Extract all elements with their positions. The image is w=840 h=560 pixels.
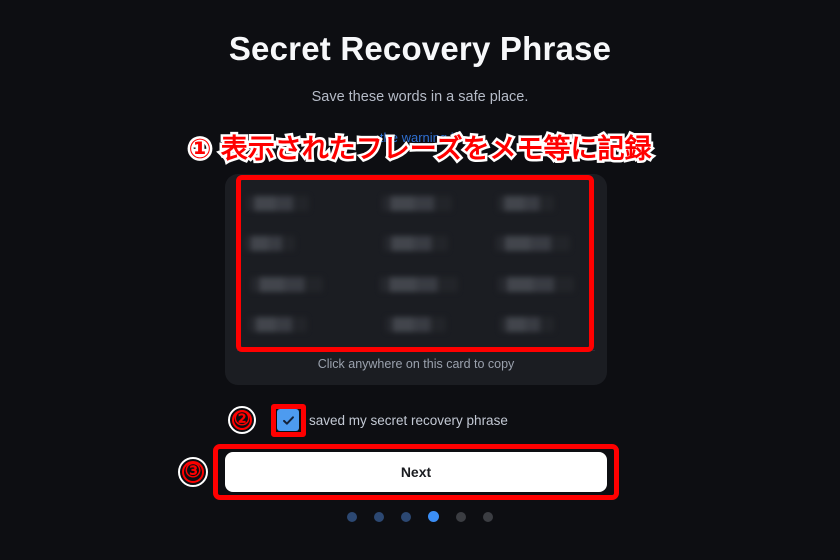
saved-phrase-checkbox[interactable] — [277, 409, 299, 431]
redacted-word — [383, 236, 448, 252]
seed-word-cell — [239, 184, 352, 223]
redacted-word — [247, 195, 309, 211]
annotation-step3-marker: ③ — [178, 457, 208, 487]
seed-word-cell — [360, 306, 473, 345]
card-divider — [237, 350, 595, 351]
redacted-word — [500, 317, 555, 333]
seed-word-cell — [480, 225, 593, 264]
redacted-word — [251, 276, 323, 292]
pagination-dot[interactable] — [456, 511, 466, 522]
seed-word-cell — [239, 225, 352, 264]
redacted-word — [498, 276, 575, 292]
warning-link[interactable]: the warning is — [0, 130, 840, 145]
seed-word-cell — [239, 306, 352, 345]
redacted-word — [496, 236, 571, 252]
copy-hint: Click anywhere on this card to copy — [317, 357, 515, 371]
page-subtitle: Save these words in a safe place. — [311, 89, 529, 105]
seed-phrase-card[interactable]: Click anywhere on this card to copy — [225, 174, 607, 385]
pagination-dot-active[interactable] — [428, 511, 439, 522]
seed-word-cell — [480, 306, 593, 345]
pagination-dot[interactable] — [347, 511, 357, 522]
confirm-row[interactable]: saved my secret recovery phrase — [277, 409, 508, 431]
redacted-word — [379, 276, 458, 292]
seed-word-cell — [360, 225, 473, 264]
seed-word-cell — [480, 184, 593, 223]
page-title: Secret Recovery Phrase — [228, 30, 612, 67]
pagination-dots — [0, 511, 840, 522]
saved-phrase-label: saved my secret recovery phrase — [309, 412, 508, 428]
seed-word-cell — [360, 184, 473, 223]
redacted-word — [245, 236, 295, 252]
pagination-dot[interactable] — [401, 511, 411, 522]
redacted-word — [249, 317, 307, 333]
redacted-word — [385, 317, 446, 333]
next-button[interactable]: Next — [225, 452, 607, 492]
annotation-step2-marker: ② — [228, 406, 256, 434]
seed-phrase-grid — [239, 184, 593, 344]
seed-word-cell — [239, 265, 352, 304]
seed-word-cell — [480, 265, 593, 304]
seed-word-cell — [360, 265, 473, 304]
onboarding-screen: Secret Recovery Phrase Save these words … — [0, 0, 840, 560]
check-icon — [282, 415, 294, 425]
redacted-word — [498, 195, 555, 211]
pagination-dot[interactable] — [374, 511, 384, 522]
redacted-word — [381, 195, 452, 211]
pagination-dot[interactable] — [483, 511, 493, 522]
